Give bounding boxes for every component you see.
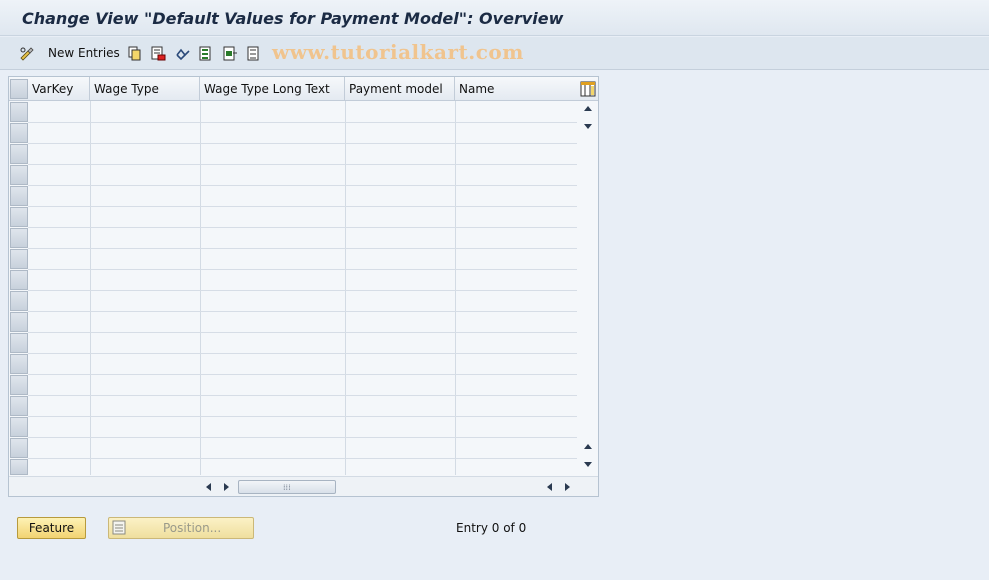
row-selector[interactable] bbox=[10, 102, 28, 122]
grip-icon: ⁞⁞⁞ bbox=[283, 483, 291, 492]
scroll-left-end-icon[interactable] bbox=[547, 483, 552, 491]
row-selector[interactable] bbox=[10, 207, 28, 227]
column-divider bbox=[90, 101, 91, 475]
scroll-right-end-icon[interactable] bbox=[565, 483, 570, 491]
row-divider bbox=[28, 458, 577, 459]
entry-counter: Entry 0 of 0 bbox=[456, 521, 527, 535]
scroll-left-icon[interactable] bbox=[206, 483, 211, 491]
column-header-payment-model[interactable]: Payment model bbox=[345, 77, 455, 101]
row-divider bbox=[28, 437, 577, 438]
table-settings-icon[interactable] bbox=[580, 81, 596, 97]
column-header-name[interactable]: Name bbox=[455, 77, 578, 101]
new-entries-button[interactable]: New Entries bbox=[48, 46, 120, 60]
row-selector[interactable] bbox=[10, 396, 28, 416]
scroll-right-icon[interactable] bbox=[224, 483, 229, 491]
row-selector[interactable] bbox=[10, 123, 28, 143]
row-divider bbox=[28, 206, 577, 207]
horizontal-scroll-thumb[interactable]: ⁞⁞⁞ bbox=[238, 480, 336, 494]
watermark: www.tutorialkart.com bbox=[272, 40, 524, 64]
row-selector[interactable] bbox=[10, 186, 28, 206]
position-button[interactable]: Position... bbox=[108, 517, 254, 539]
row-selector[interactable] bbox=[10, 228, 28, 248]
horizontal-scrollbar[interactable]: ⁞⁞⁞ bbox=[9, 476, 598, 496]
undo-icon[interactable] bbox=[175, 46, 190, 61]
row-selector[interactable] bbox=[10, 144, 28, 164]
row-selector[interactable] bbox=[10, 270, 28, 290]
row-divider bbox=[28, 374, 577, 375]
title-bar: Change View "Default Values for Payment … bbox=[0, 0, 989, 36]
feature-button[interactable]: Feature bbox=[17, 517, 86, 539]
row-divider bbox=[28, 332, 577, 333]
application-toolbar: New Entries www.tutorialkart.com bbox=[0, 37, 989, 70]
select-all-rows-button[interactable] bbox=[10, 79, 28, 99]
row-selector[interactable] bbox=[10, 354, 28, 374]
row-divider bbox=[28, 395, 577, 396]
select-all-icon[interactable] bbox=[199, 46, 214, 61]
row-divider bbox=[28, 416, 577, 417]
column-divider bbox=[200, 101, 201, 475]
scroll-down-top-icon[interactable] bbox=[584, 124, 592, 129]
row-selector[interactable] bbox=[10, 459, 28, 475]
row-divider bbox=[28, 122, 577, 123]
vertical-scrollbar[interactable] bbox=[578, 101, 598, 475]
row-selector[interactable] bbox=[10, 417, 28, 437]
row-selector[interactable] bbox=[10, 165, 28, 185]
column-header-wage-type-long-text[interactable]: Wage Type Long Text bbox=[200, 77, 345, 101]
column-divider bbox=[455, 101, 456, 475]
table-header: VarKey Wage Type Wage Type Long Text Pay… bbox=[9, 77, 598, 101]
row-divider bbox=[28, 164, 577, 165]
scroll-up-bottom-icon[interactable] bbox=[584, 444, 592, 449]
row-selector[interactable] bbox=[10, 333, 28, 353]
position-icon bbox=[112, 520, 126, 535]
delete-icon[interactable] bbox=[151, 46, 166, 61]
row-selector[interactable] bbox=[10, 438, 28, 458]
table-control: VarKey Wage Type Wage Type Long Text Pay… bbox=[8, 76, 599, 497]
row-divider bbox=[28, 227, 577, 228]
page-title: Change View "Default Values for Payment … bbox=[22, 9, 564, 28]
row-selector[interactable] bbox=[10, 291, 28, 311]
row-divider bbox=[28, 248, 577, 249]
row-selector[interactable] bbox=[10, 312, 28, 332]
row-divider bbox=[28, 290, 577, 291]
row-divider bbox=[28, 185, 577, 186]
deselect-all-icon[interactable] bbox=[247, 46, 262, 61]
row-selector[interactable] bbox=[10, 375, 28, 395]
edit-glasses-icon[interactable] bbox=[19, 46, 34, 61]
row-selector[interactable] bbox=[10, 249, 28, 269]
scroll-down-bottom-icon[interactable] bbox=[584, 462, 592, 467]
row-divider bbox=[28, 269, 577, 270]
column-divider bbox=[345, 101, 346, 475]
copy-icon[interactable] bbox=[127, 46, 142, 61]
column-header-varkey[interactable]: VarKey bbox=[28, 77, 90, 101]
column-header-wage-type[interactable]: Wage Type bbox=[90, 77, 200, 101]
row-divider bbox=[28, 311, 577, 312]
row-divider bbox=[28, 143, 577, 144]
position-label: Position... bbox=[163, 521, 222, 535]
select-block-icon[interactable] bbox=[223, 46, 238, 61]
row-divider bbox=[28, 353, 577, 354]
scroll-up-top-icon[interactable] bbox=[584, 106, 592, 111]
